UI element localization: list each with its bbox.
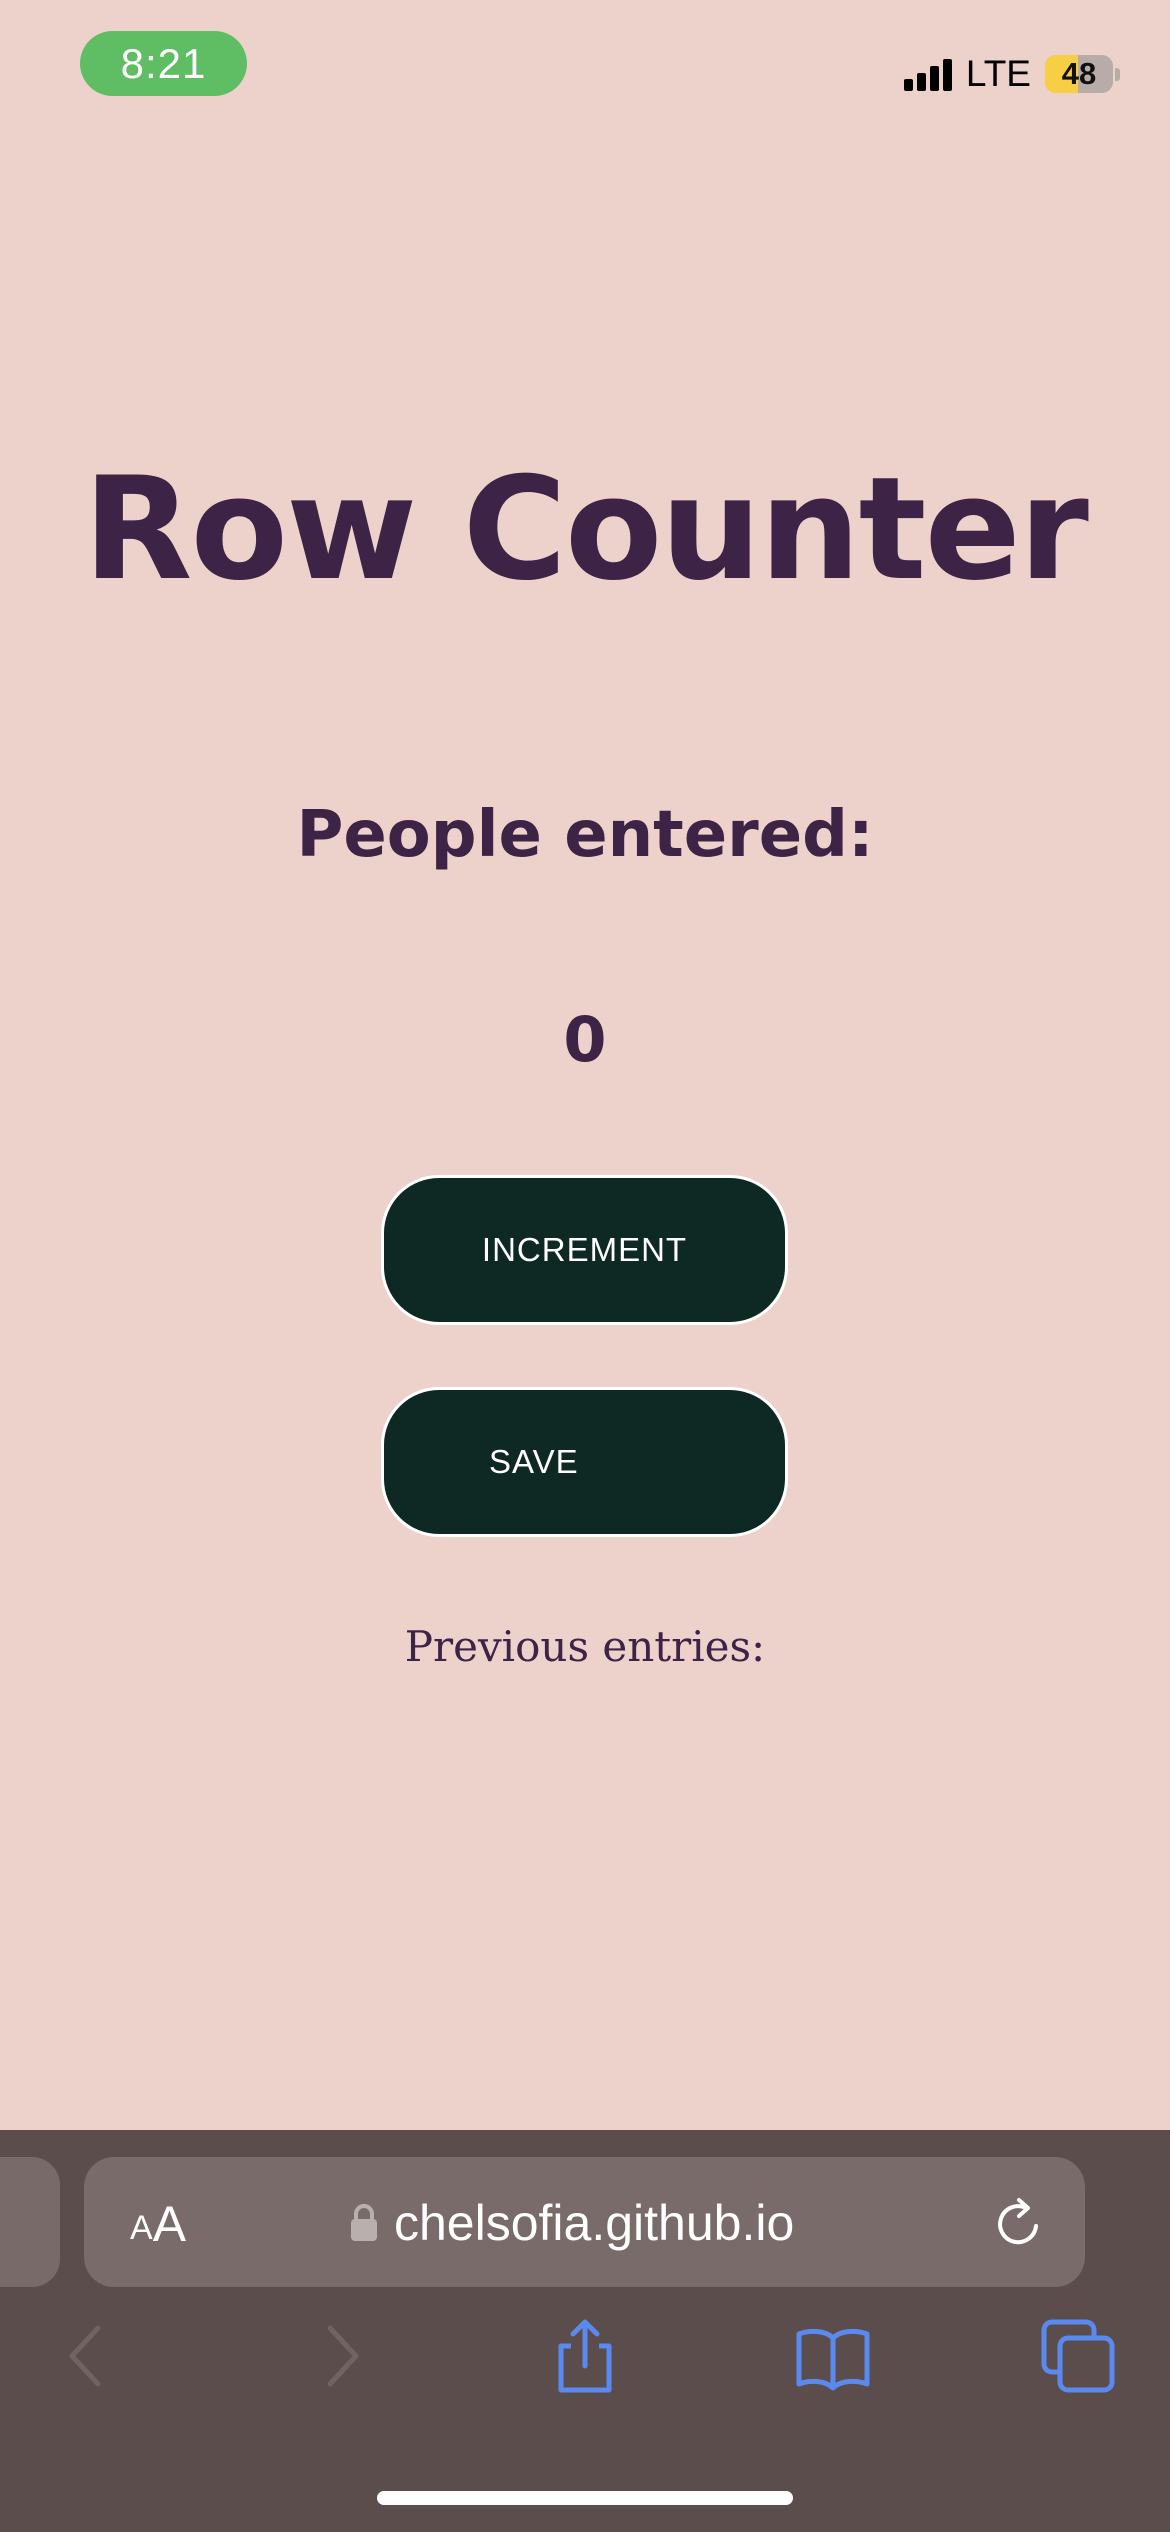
status-indicators: LTE 48	[903, 50, 1120, 98]
tabs-icon[interactable]	[1040, 2318, 1116, 2394]
previous-entries-label: Previous entries:	[404, 1622, 766, 1671]
bookmarks-icon[interactable]	[795, 2318, 871, 2394]
share-icon[interactable]	[547, 2318, 623, 2394]
text-size-small-a: A	[130, 2209, 153, 2247]
back-icon[interactable]	[50, 2318, 126, 2394]
network-type: LTE	[965, 53, 1031, 94]
save-button[interactable]: SAVE	[381, 1387, 788, 1537]
battery-cap	[1115, 67, 1120, 81]
cellular-signal-icon	[903, 57, 956, 91]
count-label: People entered:	[296, 798, 874, 872]
lock-icon	[351, 2204, 377, 2241]
battery-icon: 48	[1045, 55, 1113, 93]
home-indicator[interactable]	[377, 2491, 793, 2505]
reload-icon[interactable]	[992, 2196, 1048, 2252]
forward-icon[interactable]	[302, 2318, 378, 2394]
status-time: 8:21	[80, 31, 247, 96]
count-value: 0	[563, 1003, 607, 1076]
url-text: chelsofia.github.io	[394, 2195, 795, 2251]
previous-tab-preview[interactable]	[0, 2157, 60, 2287]
text-size-big-a: A	[152, 2196, 187, 2252]
address-display[interactable]: chelsofia.github.io	[350, 2190, 794, 2256]
increment-button[interactable]: INCREMENT	[381, 1175, 788, 1325]
page-title: Row Counter	[83, 447, 1089, 612]
battery-percent: 48	[1061, 56, 1097, 91]
status-time-text: 8:21	[120, 39, 207, 87]
text-size-button[interactable]: A A	[130, 2190, 186, 2256]
